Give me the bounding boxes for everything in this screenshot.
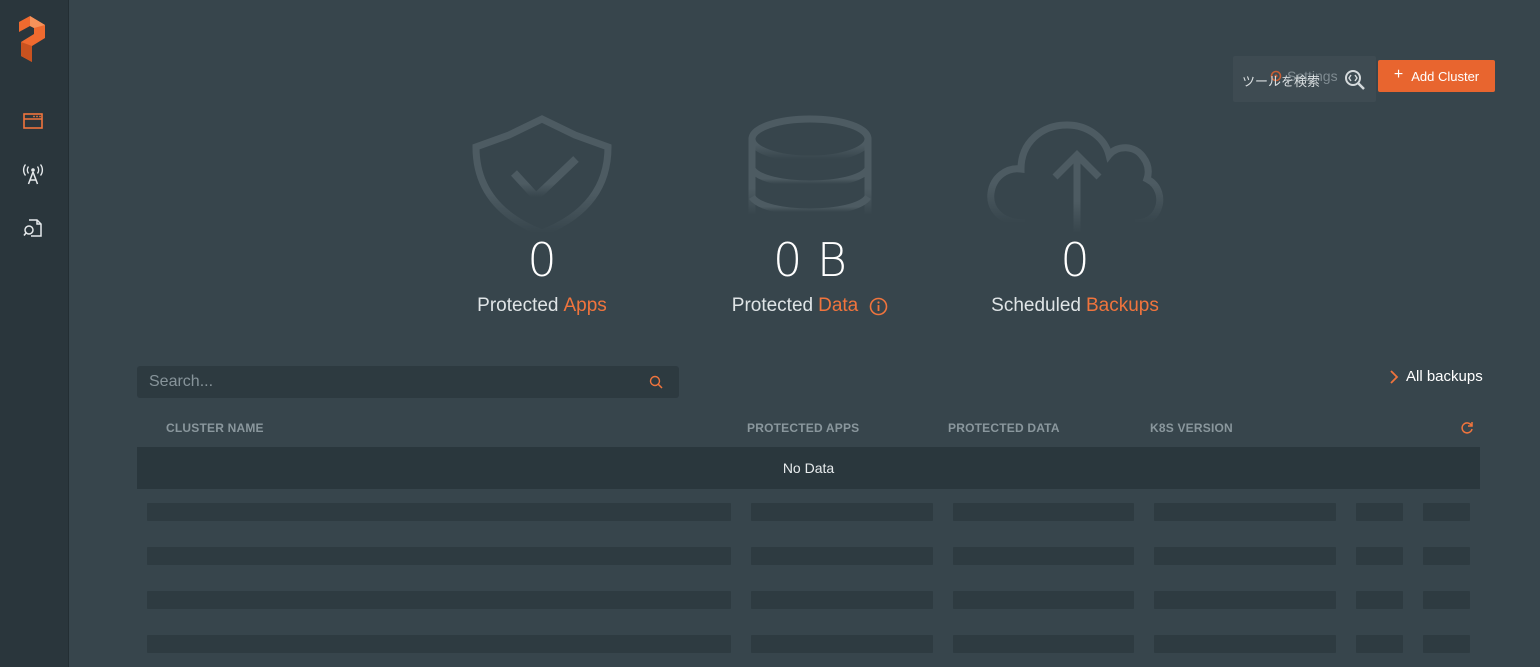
stat-protected-apps: 0 Protected Apps [462,115,622,317]
skeleton-cell [1154,591,1336,609]
add-cluster-label: Add Cluster [1411,68,1480,84]
skeleton-cell [1423,591,1470,609]
nav-dashboard[interactable] [20,108,46,134]
skeleton-cell [1423,547,1470,565]
column-cluster-name[interactable]: CLUSTER NAME [166,421,264,435]
skeleton-cell [1423,635,1470,653]
antenna-icon [23,164,43,185]
skeleton-cell [147,547,731,565]
search-input[interactable] [137,366,639,398]
label-prefix: Protected [731,295,814,316]
database-icon [748,115,872,216]
protected-apps-value: 0 [527,233,557,287]
table-header: CLUSTER NAME PROTECTED APPS PROTECTED DA… [137,421,1480,441]
chevron-right-icon [1390,369,1399,384]
refresh-icon[interactable] [1460,421,1474,438]
skeleton-cell [751,635,933,653]
protected-apps-label: Protected Apps [462,295,622,317]
nav-audit[interactable] [20,215,46,241]
sidebar [0,0,69,667]
cloud-upload-icon [987,121,1164,233]
skeleton-cell [147,591,731,609]
label-prefix: Protected [477,295,559,316]
skeleton-cell [1423,503,1470,521]
all-backups-label: All backups [1406,368,1483,385]
skeleton-cell [1356,547,1403,565]
dashboard-icon [23,113,43,129]
skeleton-cell [751,503,933,521]
tool-search-label: ツールを検索 [1242,74,1321,89]
stat-scheduled-backups: 0 Scheduled Backups [980,115,1170,317]
label-prefix: Scheduled [991,295,1081,316]
info-icon[interactable] [869,297,888,316]
scheduled-backups-value: 0 [1060,233,1090,287]
add-cluster-button[interactable]: + Add Cluster [1378,60,1495,92]
protected-data-value: 0 B [772,233,847,287]
skeleton-cell [1356,635,1403,653]
protected-data-label: Protected Data [720,295,900,317]
skeleton-cell [751,547,933,565]
skeleton-cell [953,635,1134,653]
nav-backup-targets[interactable] [20,161,46,187]
shield-check-icon [472,115,612,235]
column-protected-data[interactable]: PROTECTED DATA [948,421,1060,435]
cluster-search-box [137,366,679,398]
all-backups-link[interactable]: All backups [1389,368,1483,385]
table-empty-row: No Data [137,447,1480,489]
skeleton-cell [1154,635,1336,653]
skeleton-cell [147,503,731,521]
tool-search-overlay[interactable]: Settings ツールを検索 [1233,56,1376,102]
scheduled-backups-label: Scheduled Backups [980,295,1170,317]
plus-icon: + [1393,66,1404,83]
document-search-icon [23,219,42,237]
stat-protected-data: 0 B Protected Data [720,115,900,317]
label-accent: Apps [563,295,607,316]
skeleton-cell [751,591,933,609]
skeleton-cell [953,503,1134,521]
column-k8s-version[interactable]: K8S VERSION [1150,421,1233,435]
skeleton-cell [953,547,1134,565]
column-protected-apps[interactable]: PROTECTED APPS [747,421,859,435]
label-accent: Backups [1085,295,1159,316]
no-data-text: No Data [782,460,835,476]
app-logo[interactable] [19,16,45,67]
label-accent: Data [818,295,859,316]
magnifier-icon [1344,69,1366,96]
skeleton-cell [1154,503,1336,521]
skeleton-cell [1356,591,1403,609]
skeleton-cell [953,591,1134,609]
search-icon[interactable] [649,375,663,394]
skeleton-cell [1154,547,1336,565]
skeleton-cell [147,635,731,653]
skeleton-cell [1356,503,1403,521]
